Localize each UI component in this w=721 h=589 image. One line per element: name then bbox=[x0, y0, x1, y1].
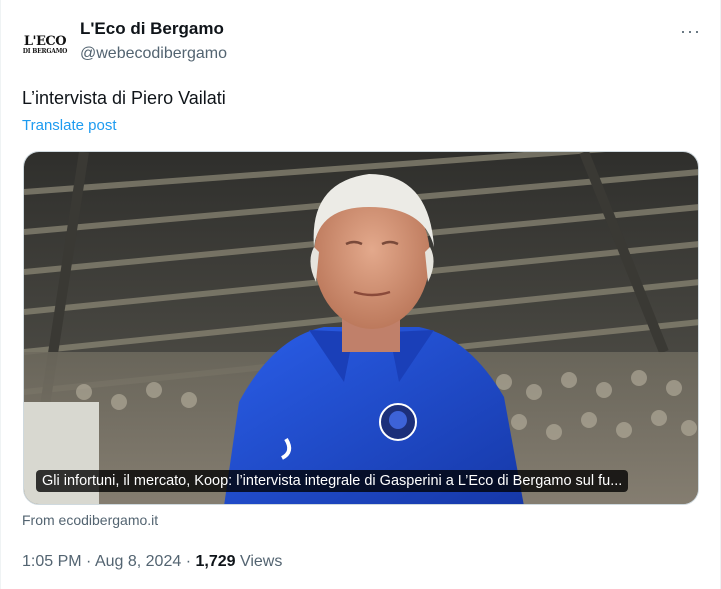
link-preview-card[interactable]: Gli infortuni, il mercato, Koop: l’inter… bbox=[23, 151, 699, 505]
more-options-button[interactable]: ··· bbox=[680, 22, 701, 40]
tweet-card: L'ECO DI BERGAMO L'Eco di Bergamo @webec… bbox=[0, 0, 721, 589]
preview-image bbox=[24, 152, 698, 504]
more-horizontal-icon: ··· bbox=[680, 21, 701, 41]
avatar-logo-bottom: DI BERGAMO bbox=[22, 48, 68, 55]
avatar[interactable]: L'ECO DI BERGAMO bbox=[22, 22, 68, 68]
author-handle[interactable]: @webecodibergamo bbox=[80, 45, 227, 63]
translate-post-link[interactable]: Translate post bbox=[22, 117, 117, 134]
views-count: 1,729 bbox=[195, 553, 236, 570]
link-source[interactable]: From ecodibergamo.it bbox=[22, 512, 158, 528]
tweet-text: L’intervista di Piero Vailati bbox=[22, 88, 226, 108]
left-border bbox=[0, 0, 1, 589]
tweet-meta: 1:05 PM · Aug 8, 2024 · 1,729 Views bbox=[22, 553, 282, 571]
post-date[interactable]: Aug 8, 2024 bbox=[95, 553, 181, 570]
views-label: Views bbox=[239, 553, 283, 570]
avatar-logo-top: L'ECO bbox=[23, 34, 67, 49]
preview-caption: Gli infortuni, il mercato, Koop: l’inter… bbox=[36, 470, 629, 492]
meta-separator: · bbox=[185, 553, 192, 570]
author-name[interactable]: L'Eco di Bergamo bbox=[80, 19, 224, 39]
post-time[interactable]: 1:05 PM bbox=[22, 553, 82, 570]
meta-separator: · bbox=[86, 553, 92, 570]
